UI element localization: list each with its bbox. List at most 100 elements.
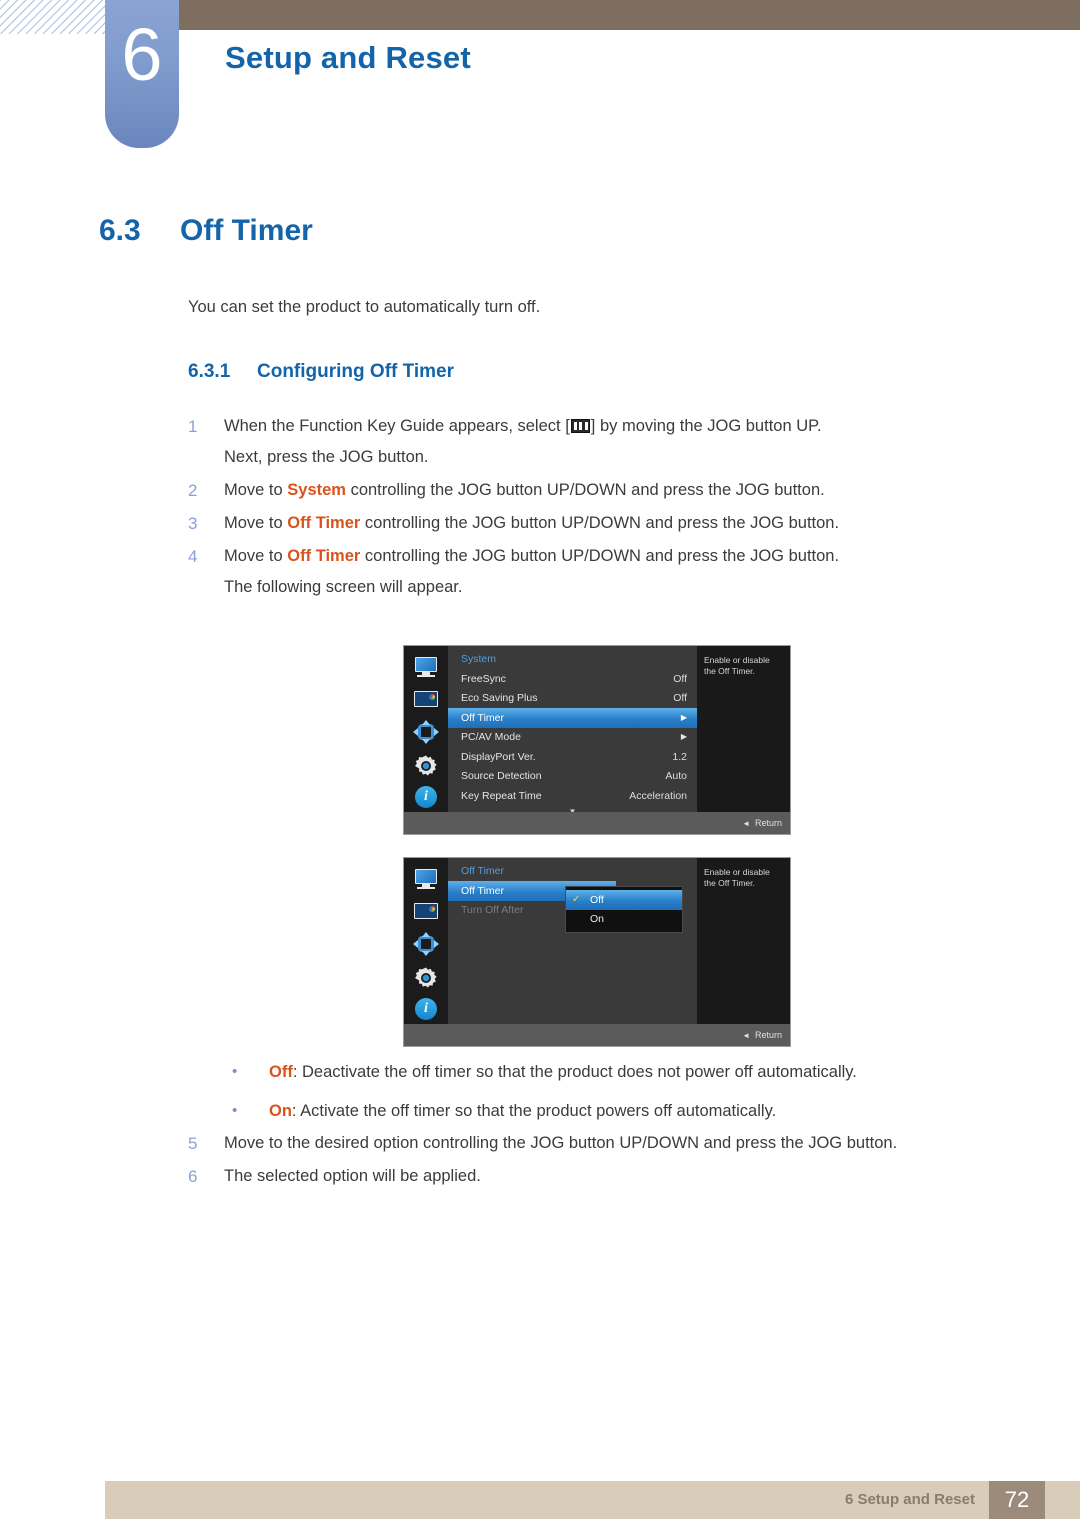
osd-sidebar: i — [404, 858, 448, 1024]
step-number: 5 — [188, 1134, 198, 1153]
osd-menu-item-selected[interactable]: Off Timer ▶ — [448, 708, 697, 728]
osd-menu-item[interactable]: Eco Saving Plus Off — [448, 689, 697, 709]
step-number: 6 — [188, 1167, 198, 1186]
section-intro: You can set the product to automatically… — [188, 298, 541, 316]
bullet-text: On: Activate the off timer so that the p… — [269, 1099, 776, 1123]
step-item: 4 Move to Off Timer controlling the JOG … — [188, 541, 988, 603]
step-text: When the Function Key Guide appears, sel… — [224, 411, 988, 473]
page-number: 72 — [989, 1481, 1045, 1519]
bullet-keyword: Off — [269, 1063, 293, 1081]
subsection-title: Configuring Off Timer — [257, 361, 455, 382]
step-text: Move to Off Timer controlling the JOG bu… — [224, 508, 988, 539]
list-item: • On: Activate the off timer so that the… — [232, 1099, 992, 1123]
chapter-number: 6 — [121, 13, 163, 96]
step-text: The selected option will be applied. — [224, 1167, 481, 1185]
step-line: The following screen will appear. — [224, 578, 463, 596]
monitor-icon — [413, 656, 439, 678]
chapter-tag: 6 — [105, 0, 179, 148]
osd-menu-title: Off Timer — [461, 865, 504, 877]
osd-item-label: DisplayPort Ver. — [461, 750, 536, 763]
top-brown-bar — [178, 0, 1080, 30]
step-text-post: controlling the JOG button UP/DOWN and p… — [360, 547, 840, 565]
section-number: 6.3 — [99, 214, 141, 247]
return-label[interactable]: Return — [755, 1030, 782, 1040]
step-number: 1 — [188, 417, 198, 436]
osd-bottom-bar: ◄ Return — [404, 812, 790, 834]
osd-item-value: Auto — [665, 770, 687, 783]
step-keyword: System — [287, 481, 346, 499]
step-number: 2 — [188, 481, 198, 500]
step-text-b: ] by moving the JOG button UP. — [590, 417, 822, 435]
step-text: Move to Off Timer controlling the JOG bu… — [224, 541, 988, 603]
return-arrow-icon: ◄ — [742, 818, 750, 828]
osd-item-label: Eco Saving Plus — [461, 692, 538, 705]
osd-option-selected[interactable]: ✓ Off — [566, 890, 682, 910]
step-text-a: When the Function Key Guide appears, sel… — [224, 417, 570, 435]
step-line: Move to Off Timer controlling the JOG bu… — [224, 508, 988, 539]
return-arrow-icon: ◄ — [742, 1030, 750, 1040]
step-line: Next, press the JOG button. — [224, 448, 429, 466]
option-description-list: • Off: Deactivate the off timer so that … — [232, 1060, 992, 1138]
info-icon: i — [415, 786, 437, 808]
check-icon: ✓ — [572, 894, 581, 906]
four-way-arrows-icon — [413, 720, 439, 744]
step-text: Move to the desired option controlling t… — [224, 1134, 898, 1152]
osd-item-value: Off — [673, 692, 687, 705]
osd-bottom-bar: ◄ Return — [404, 1024, 790, 1046]
gear-icon — [413, 754, 439, 776]
menu-icon — [570, 419, 590, 433]
picture-color-icon — [413, 688, 439, 710]
step-text: Move to System controlling the JOG butto… — [224, 475, 988, 506]
bullet-marker: • — [232, 1063, 238, 1080]
step-line: Move to System controlling the JOG butto… — [224, 475, 988, 506]
section-title: Off Timer — [180, 214, 313, 247]
decorative-hatch-pattern — [0, 0, 108, 34]
chapter-title: Setup and Reset — [225, 40, 471, 75]
step-line: Move to Off Timer controlling the JOG bu… — [224, 541, 988, 572]
return-label[interactable]: Return — [755, 818, 782, 828]
osd-item-value: 1.2 — [672, 750, 687, 763]
osd-menu-item[interactable]: Key Repeat Time Acceleration — [448, 786, 697, 806]
osd-item-value: Acceleration — [629, 789, 687, 802]
section-heading: 6.3 Off Timer — [99, 214, 313, 248]
osd-menu-panel: Off Timer Off Timer Turn Off After ✓ Off… — [448, 858, 697, 1024]
step-line: When the Function Key Guide appears, sel… — [224, 411, 988, 442]
step-text-pre: Move to — [224, 547, 288, 565]
osd-menu-item[interactable]: Source Detection Auto — [448, 767, 697, 787]
osd-option-popup: ✓ Off On — [565, 886, 683, 933]
osd-help-text: Enable or disable the Off Timer. — [697, 646, 790, 812]
osd-menu-item[interactable]: FreeSync Off — [448, 669, 697, 689]
osd-option-label: Off — [590, 893, 604, 906]
chevron-right-icon: ▶ — [680, 712, 687, 722]
bullet-text: Off: Deactivate the off timer so that th… — [269, 1060, 857, 1084]
step-item: 6 The selected option will be applied. — [188, 1161, 988, 1192]
osd-option-label: On — [590, 913, 605, 926]
step-number: 3 — [188, 514, 198, 533]
osd-menu-item[interactable]: PC/AV Mode ▶ — [448, 728, 697, 748]
info-icon: i — [415, 998, 437, 1020]
osd-sidebar: i — [404, 646, 448, 812]
osd-item-label: PC/AV Mode — [461, 731, 521, 744]
list-item: • Off: Deactivate the off timer so that … — [232, 1060, 992, 1084]
subsection-number: 6.3.1 — [188, 361, 231, 382]
osd-item-label: Source Detection — [461, 770, 542, 783]
bullet-marker: • — [232, 1102, 238, 1119]
osd-option[interactable]: On — [566, 910, 682, 930]
steps-list: 1 When the Function Key Guide appears, s… — [188, 411, 988, 605]
step-text-pre: Move to — [224, 481, 288, 499]
step-keyword: Off Timer — [287, 547, 361, 565]
gear-icon — [413, 966, 439, 988]
step-item: 2 Move to System controlling the JOG but… — [188, 475, 988, 506]
step-item: 3 Move to Off Timer controlling the JOG … — [188, 508, 988, 539]
osd-menu-title: System — [461, 653, 497, 665]
osd-screenshot-system-menu: i System FreeSync Off Eco Saving Plus Of… — [404, 646, 790, 834]
osd-help-text: Enable or disable the Off Timer. — [697, 858, 790, 1024]
osd-item-label: FreeSync — [461, 672, 506, 685]
step-text-pre: Move to — [224, 514, 288, 532]
osd-item-value: Off — [673, 672, 687, 685]
bullet-body: : Activate the off timer so that the pro… — [291, 1102, 777, 1120]
osd-menu-item[interactable]: DisplayPort Ver. 1.2 — [448, 747, 697, 767]
osd-menu-panel: System FreeSync Off Eco Saving Plus Off … — [448, 646, 697, 815]
subsection-heading: 6.3.1 Configuring Off Timer — [188, 361, 454, 383]
monitor-icon — [413, 868, 439, 890]
